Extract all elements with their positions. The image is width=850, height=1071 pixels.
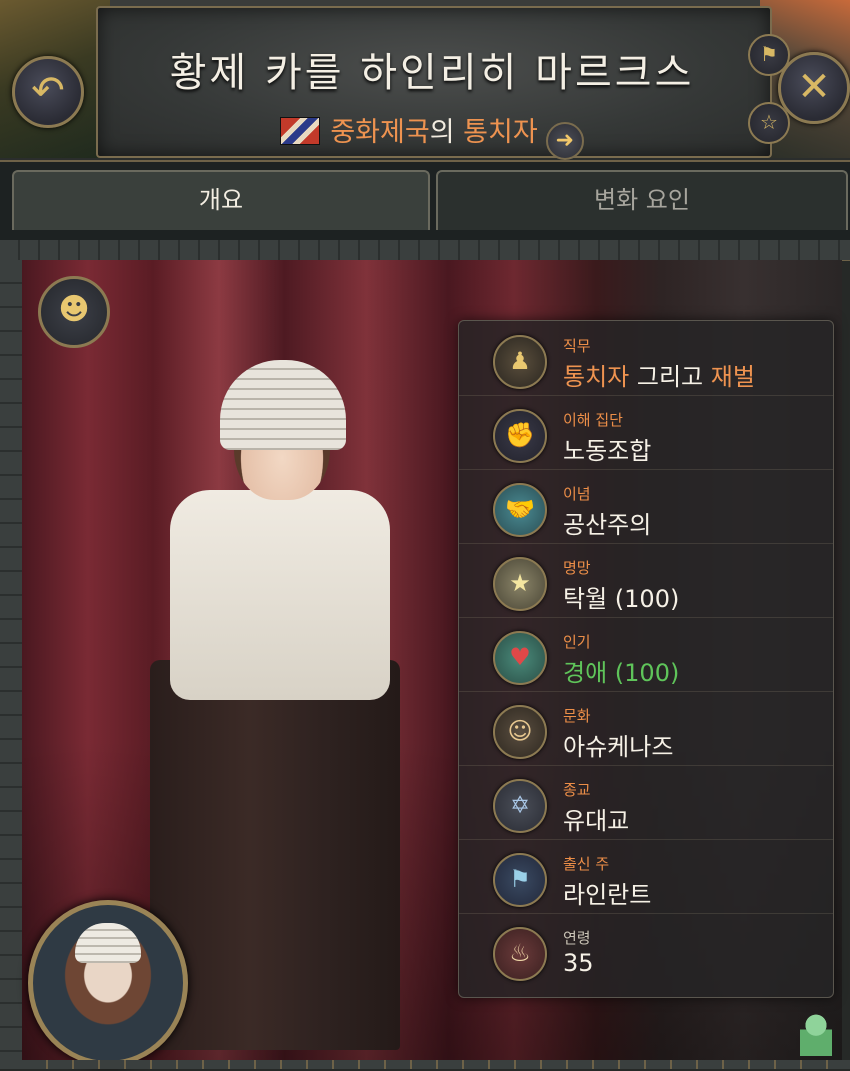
info-row-culture[interactable]: ☺ 문화 아슈케나즈 (459, 691, 833, 766)
tab-overview[interactable]: 개요 (12, 170, 430, 230)
wrench-fist-icon: ✊ (493, 409, 547, 463)
handshake-icon: 🤝 (493, 483, 547, 537)
birth-state-label: 출신 주 (563, 855, 610, 873)
info-row-birth-state[interactable]: ⚑ 출신 주 라인란트 (459, 839, 833, 914)
job-second-role-text: 재벌 (710, 363, 755, 391)
info-row-job[interactable]: ♟ 직무 통치자 그리고 재벌 (459, 321, 833, 396)
popularity-value: 경애 (100) (563, 659, 680, 687)
heart-thumbs-up-icon: ♥ (493, 631, 547, 685)
interest-group-value: 노동조합 (563, 437, 652, 465)
masks-icon: ☺ (493, 705, 547, 759)
frame-trim-left (0, 260, 22, 1069)
age-value: 35 (563, 949, 594, 977)
religion-label: 종교 (563, 781, 591, 799)
close-icon: ✕ (797, 64, 831, 110)
prestige-label: 명망 (563, 559, 591, 577)
frame-trim-top (0, 240, 850, 261)
person-plus-list-icon: ☻ (58, 292, 90, 327)
interest-group-label: 이해 집단 (563, 411, 623, 429)
country-name-link[interactable]: 중화제국 (330, 117, 429, 148)
figurehead-icon: ♟ (493, 335, 547, 389)
go-to-country-button[interactable]: ➜ (545, 122, 584, 160)
role-connector: 의 (429, 117, 455, 148)
character-headscarf (220, 360, 346, 450)
info-row-prestige[interactable]: ★ 명망 탁월 (100) (459, 543, 833, 618)
role-name: 통치자 (463, 117, 538, 148)
country-flag-icon[interactable] (280, 117, 321, 145)
character-full-portrait (150, 360, 410, 1050)
job-connector-text: 그리고 (629, 363, 711, 391)
info-row-religion[interactable]: ✡ 종교 유대교 (459, 765, 833, 840)
ideology-label: 이념 (563, 485, 591, 503)
info-row-interest-group[interactable]: ✊ 이해 집단 노동조합 (459, 395, 833, 470)
close-button[interactable]: ✕ (778, 52, 850, 124)
culture-value: 아슈케나즈 (563, 733, 674, 761)
job-role-text: 통치자 (563, 363, 630, 391)
bust-statue-icon[interactable] (800, 1012, 832, 1056)
job-label: 직무 (563, 337, 591, 355)
culture-label: 문화 (563, 707, 591, 725)
tab-change-factors[interactable]: 변화 요인 (436, 170, 848, 230)
character-title: 황제 카를 하인리히 마르크스 (169, 50, 695, 96)
flag-globe-icon: ⚑ (493, 853, 547, 907)
star-person-icon: ★ (493, 557, 547, 611)
character-mini-portrait[interactable] (28, 900, 188, 1066)
signpost-icon: ⚑ (760, 42, 778, 66)
back-button[interactable]: ↶ (12, 56, 84, 128)
job-value: 통치자 그리고 재벌 (563, 357, 755, 392)
add-trait-button[interactable]: ☻ (38, 276, 110, 348)
ideology-value: 공산주의 (563, 511, 652, 539)
signpost-button[interactable]: ⚑ (748, 34, 790, 76)
character-info-panel: ♟ 직무 통치자 그리고 재벌 ✊ 이해 집단 노동조합 🤝 이념 공산주의 ★… (458, 320, 834, 998)
age-label: 연령 (563, 929, 591, 947)
info-row-ideology[interactable]: 🤝 이념 공산주의 (459, 469, 833, 544)
popularity-label: 인기 (563, 633, 591, 651)
star-of-david-icon: ✡ (493, 779, 547, 833)
favorite-button[interactable]: ☆ (748, 102, 790, 144)
character-role-line: 중화제국의 통치자 ➜ (96, 110, 768, 160)
undo-arrow-icon: ↶ (31, 68, 65, 114)
info-row-popularity[interactable]: ♥ 인기 경애 (100) (459, 617, 833, 692)
birth-state-value: 라인란트 (563, 881, 652, 909)
info-row-age[interactable]: ♨ 연령 35 (459, 913, 833, 987)
cake-icon: ♨ (493, 927, 547, 981)
character-blouse (170, 490, 390, 700)
frame-trim-bottom (22, 1060, 850, 1069)
religion-value: 유대교 (563, 807, 630, 835)
star-icon: ☆ (760, 110, 778, 134)
prestige-value: 탁월 (100) (563, 585, 680, 613)
